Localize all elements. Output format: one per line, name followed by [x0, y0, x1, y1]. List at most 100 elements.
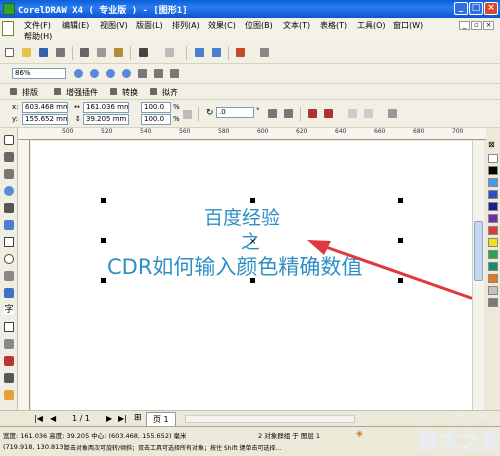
color-swatch[interactable] — [488, 250, 498, 259]
tab-align[interactable]: 拟齐 — [162, 87, 178, 98]
export-icon[interactable] — [210, 46, 223, 59]
menu-file[interactable]: 文件(F) — [24, 20, 51, 31]
horizontal-ruler[interactable]: 500 520 540 560 580 600 620 640 660 680 … — [18, 128, 486, 140]
menu-table[interactable]: 表格(T) — [320, 20, 347, 31]
redo-icon[interactable] — [163, 46, 176, 59]
maximize-button[interactable]: □ — [469, 2, 483, 15]
zoom-level-field[interactable]: 86% — [12, 68, 66, 79]
crop-tool-icon[interactable] — [3, 168, 15, 180]
y-position-field[interactable]: 155.652 mm — [22, 114, 68, 125]
import-icon[interactable] — [193, 46, 206, 59]
menu-tools[interactable]: 工具(O) — [357, 20, 386, 31]
paste-icon[interactable] — [112, 46, 125, 59]
eyedropper-tool-icon[interactable] — [3, 372, 15, 384]
options-icon[interactable] — [258, 46, 271, 59]
drawing-canvas[interactable]: 百度经验 之 CDR如何输入颜色精确数值 × — [31, 141, 472, 410]
rotation-field[interactable]: .0 — [216, 107, 254, 118]
table-tool-icon[interactable] — [3, 321, 15, 333]
height-field[interactable]: 39.205 mm — [83, 114, 129, 125]
parallel-dimension-tool-icon[interactable] — [3, 338, 15, 350]
color-swatch[interactable] — [488, 286, 498, 295]
save-icon[interactable] — [37, 46, 50, 59]
smart-fill-tool-icon[interactable] — [3, 219, 15, 231]
scrollbar-thumb[interactable] — [474, 221, 483, 281]
color-swatch[interactable] — [488, 154, 498, 163]
color-swatch[interactable] — [488, 166, 498, 175]
x-position-field[interactable]: 603.468 mm — [22, 102, 68, 113]
vertical-ruler[interactable] — [18, 140, 30, 410]
zoom-tool-icon[interactable] — [3, 185, 15, 197]
combine-icon[interactable] — [346, 107, 359, 120]
menu-edit[interactable]: 编辑(E) — [62, 20, 89, 31]
last-page-icon[interactable]: ▶| — [118, 414, 127, 423]
color-swatch[interactable] — [488, 190, 498, 199]
color-swatch[interactable] — [488, 274, 498, 283]
outline-tool-icon[interactable] — [3, 389, 15, 401]
ungroup-icon[interactable] — [322, 107, 335, 120]
color-swatch[interactable] — [488, 298, 498, 307]
tab-layout[interactable]: 排版 — [22, 87, 38, 98]
group-icon[interactable] — [306, 107, 319, 120]
menu-view[interactable]: 视图(V) — [100, 20, 128, 31]
zoom-page-icon[interactable] — [136, 67, 149, 80]
menu-effects[interactable]: 效果(C) — [208, 20, 236, 31]
menu-arrange[interactable]: 排列(A) — [172, 20, 200, 31]
text-tool-icon[interactable]: 字 — [3, 304, 15, 316]
zoom-all-icon[interactable] — [120, 67, 133, 80]
document-icon[interactable] — [2, 21, 14, 36]
page-tab[interactable]: 页 1 — [146, 412, 176, 427]
menu-help[interactable]: 帮助(H) — [24, 31, 52, 42]
close-button[interactable]: × — [484, 2, 498, 15]
shape-tool-icon[interactable] — [3, 151, 15, 163]
menu-text[interactable]: 文本(T) — [283, 20, 310, 31]
coreldraw-app-icon[interactable] — [3, 3, 15, 15]
first-page-icon[interactable]: |◀ — [34, 414, 43, 423]
open-folder-icon[interactable] — [20, 46, 33, 59]
color-swatch[interactable] — [488, 214, 498, 223]
zoom-width-icon[interactable] — [152, 67, 165, 80]
minimize-button[interactable]: _ — [454, 2, 468, 15]
zoom-height-icon[interactable] — [168, 67, 181, 80]
blend-tool-icon[interactable] — [3, 355, 15, 367]
color-swatch[interactable] — [488, 178, 498, 187]
add-page-icon[interactable]: ⊞ — [134, 413, 142, 423]
color-swatch[interactable] — [488, 262, 498, 271]
prev-page-icon[interactable]: ◀ — [50, 414, 56, 423]
color-swatch[interactable] — [488, 202, 498, 211]
menu-window[interactable]: 窗口(W) — [393, 20, 423, 31]
rectangle-tool-icon[interactable] — [3, 236, 15, 248]
align-distribute-icon[interactable] — [386, 107, 399, 120]
no-fill-swatch[interactable]: ⊠ — [488, 140, 495, 149]
scale-x-field[interactable]: 100.0 — [141, 102, 171, 113]
polygon-tool-icon[interactable] — [3, 270, 15, 282]
scale-y-field[interactable]: 100.0 — [141, 114, 171, 125]
lock-ratio-icon[interactable] — [181, 108, 194, 121]
menu-layout[interactable]: 版面(L) — [136, 20, 163, 31]
pick-tool-icon[interactable] — [3, 134, 15, 146]
mdi-close-button[interactable]: × — [483, 21, 494, 30]
undo-icon[interactable] — [137, 46, 150, 59]
mirror-vertical-icon[interactable] — [282, 107, 295, 120]
mdi-restore-button[interactable]: ▫ — [471, 21, 482, 30]
ellipse-tool-icon[interactable] — [3, 253, 15, 265]
cut-icon[interactable] — [78, 46, 91, 59]
basic-shapes-tool-icon[interactable] — [3, 287, 15, 299]
copy-icon[interactable] — [95, 46, 108, 59]
mirror-horizontal-icon[interactable] — [266, 107, 279, 120]
vertical-scrollbar[interactable] — [472, 141, 484, 410]
color-swatch[interactable] — [488, 238, 498, 247]
menu-bitmaps[interactable]: 位图(B) — [245, 20, 273, 31]
mdi-minimize-button[interactable]: _ — [459, 21, 470, 30]
zoom-out-icon[interactable] — [88, 67, 101, 80]
application-launcher-icon[interactable] — [234, 46, 247, 59]
horizontal-scrollbar[interactable] — [185, 415, 355, 423]
break-apart-icon[interactable] — [362, 107, 375, 120]
color-swatch[interactable] — [488, 226, 498, 235]
print-icon[interactable] — [54, 46, 67, 59]
tab-enhance-plugin[interactable]: 增强插件 — [66, 87, 98, 98]
freehand-tool-icon[interactable] — [3, 202, 15, 214]
zoom-in-icon[interactable] — [72, 67, 85, 80]
zoom-selected-icon[interactable] — [104, 67, 117, 80]
width-field[interactable]: 161.036 mm — [83, 102, 129, 113]
next-page-icon[interactable]: ▶ — [106, 414, 112, 423]
